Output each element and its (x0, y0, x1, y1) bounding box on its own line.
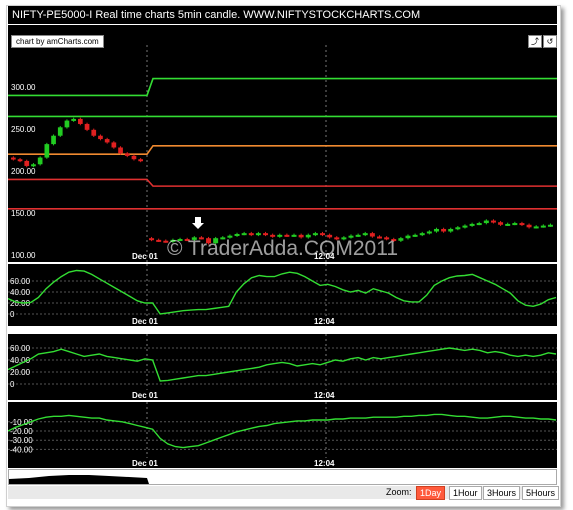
candle (483, 220, 489, 224)
reset-icon[interactable]: ↺ (543, 35, 557, 48)
candle (111, 142, 117, 148)
candle (419, 233, 425, 236)
chart-scrollbar[interactable] (8, 469, 557, 485)
candle (31, 164, 36, 167)
candle (44, 144, 50, 158)
level-line (8, 77, 557, 97)
candle (248, 233, 254, 236)
candle (78, 118, 83, 124)
price-chart[interactable]: 300.00250.00200.00150.00100.00 Dec 01 12:0… (8, 25, 557, 262)
scrollbar-preview (9, 475, 149, 484)
zoom-out-icon[interactable]: ⤴ (528, 35, 542, 48)
candle (51, 135, 56, 145)
oscillator-panel-2[interactable]: 60.00 40.00 20.00 0 Dec 01 12:04 (8, 334, 557, 400)
y-tick-label: 40.00 (10, 288, 31, 297)
candle (71, 118, 76, 121)
candle (24, 160, 30, 166)
oscillator-chart-1: 60.0040.0020.000Dec 01 12:04 (8, 264, 557, 326)
y-tick-label: 0 (10, 310, 15, 319)
candle (118, 147, 123, 154)
y-tick-label: -40.00 (10, 445, 33, 454)
candle (255, 233, 261, 236)
x-axis-label: 12:04 (314, 391, 335, 400)
oscillator-chart-2: 60.0040.0020.000Dec 01 12:04 (8, 334, 557, 400)
candle (505, 223, 511, 226)
watermark: © TraderAdda.COM2011 (166, 237, 399, 260)
candle (241, 233, 247, 236)
chart-title: NIFTY-PE5000-I Real time charts 5min can… (8, 6, 557, 24)
oscillator-chart-3: -10.00-20.00-30.00-40.00Dec 01 12:04 (8, 402, 557, 468)
candle (455, 227, 461, 230)
oscillator-panel-3[interactable]: -10.00 -20.00 -30.00 -40.00 Dec 01 12:04 (8, 402, 557, 468)
candle (320, 233, 326, 236)
y-tick-label: -30.00 (10, 436, 33, 445)
zoom-3hours-button[interactable]: 3Hours (483, 486, 521, 500)
y-tick-label: 250.00 (11, 125, 36, 134)
candle (362, 233, 368, 236)
candle (37, 157, 43, 165)
amcharts-link[interactable]: chart by amCharts.com (11, 35, 104, 48)
candle (519, 223, 525, 226)
candle (91, 129, 97, 136)
candle (312, 233, 318, 236)
candle (462, 225, 468, 228)
candle (540, 225, 546, 228)
candle (64, 120, 70, 128)
zoom-1hour-button[interactable]: 1Hour (449, 486, 482, 500)
price-panel[interactable]: 300.00 250.00 200.00 150.00 100.00 Dec 01 12:0… (8, 25, 557, 262)
candle (547, 224, 553, 227)
candle (498, 222, 504, 225)
x-axis-label: 12:04 (314, 459, 335, 468)
candle (533, 226, 539, 229)
zoom-label: Zoom: (386, 487, 412, 497)
candle (17, 159, 23, 162)
zoom-5hours-button[interactable]: 5Hours (522, 486, 560, 500)
candle (441, 228, 447, 232)
candle (263, 233, 269, 236)
level-line (8, 145, 557, 155)
x-axis-label: 12:04 (314, 317, 335, 326)
y-tick-label: 0 (10, 380, 15, 389)
candle (490, 220, 496, 223)
candle (104, 139, 110, 143)
candle (448, 228, 454, 232)
candle (526, 224, 532, 228)
candle (512, 223, 518, 226)
candle (98, 135, 103, 140)
candle (433, 228, 439, 232)
oscillator-line (8, 347, 557, 382)
zoom-1day-button[interactable]: 1Day (416, 486, 446, 500)
x-axis-label: Dec 01 (132, 317, 158, 326)
arrow-down-icon (192, 217, 204, 229)
y-tick-label: 300.00 (11, 83, 36, 92)
candle (234, 234, 240, 236)
candle (469, 223, 475, 226)
candle (11, 157, 16, 160)
y-tick-label: 200.00 (11, 167, 36, 176)
candle (138, 159, 143, 162)
zoom-bar: Zoom: 1Day 1Hour 3Hours 5Hours (8, 486, 560, 500)
y-tick-label: 150.00 (11, 209, 36, 218)
x-axis-label: Dec 01 (132, 459, 158, 468)
y-tick-label: 60.00 (10, 277, 31, 286)
candle (57, 127, 63, 136)
y-tick-label: 20.00 (10, 368, 31, 377)
candle (84, 123, 90, 130)
candle (426, 231, 432, 234)
y-tick-label: 60.00 (10, 344, 31, 353)
candle (131, 155, 137, 160)
candle (476, 223, 482, 226)
oscillator-panel-1[interactable]: 60.00 40.00 20.00 0 Dec 01 12:04 (8, 264, 557, 326)
level-line (8, 178, 557, 187)
x-axis-label: Dec 01 (132, 391, 158, 400)
candle (124, 153, 130, 156)
